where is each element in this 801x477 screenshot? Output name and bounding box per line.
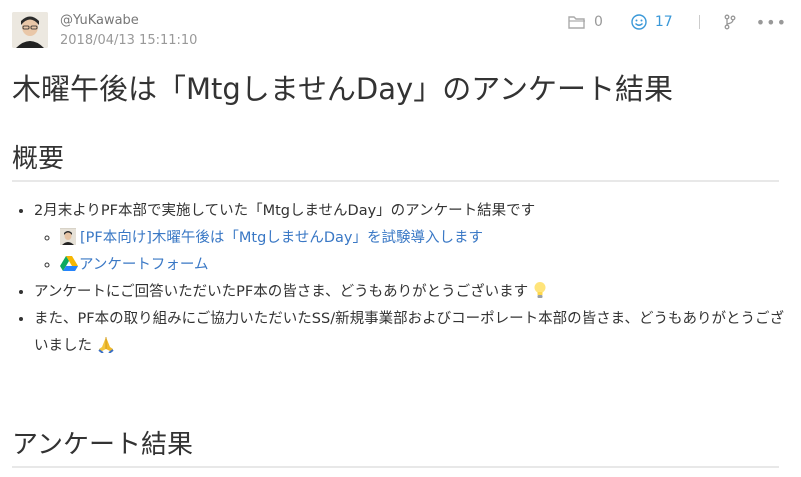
like-button[interactable]: 17 [631,14,673,30]
list-item-text: また、PF本の取り組みにご協力いただいたSS/新規事業部およびコーポレート本部の… [34,311,785,354]
mini-avatar [60,228,76,245]
link-survey-form[interactable]: アンケートフォーム [79,257,208,273]
section-heading-results: アンケート結果 [12,430,193,460]
section-divider [12,180,779,182]
page-title: 木曜午後は「MtgしませんDay」のアンケート結果 [12,72,674,106]
list-item-text: 2月末よりPF本部で実施していた「MtgしませんDay」のアンケート結果です [34,203,536,219]
section-divider [12,466,779,468]
author-username[interactable]: @YuKawabe [60,13,139,28]
lightbulb-emoji [534,282,546,298]
list-item: また、PF本の取り組みにご協力いただいたSS/新規事業部およびコーポレート本部の… [34,306,794,360]
folder-count: 0 [593,14,603,30]
like-count: 17 [654,14,673,30]
divider [698,15,700,29]
list-item: アンケートにご回答いただいたPF本の皆さま、どうもありがとうございます [34,279,794,306]
folder-stat[interactable]: 0 [568,14,603,30]
branch-button[interactable] [724,14,736,30]
google-drive-icon [60,256,78,271]
link-trial-announcement[interactable]: [PF本向け]木曜午後は「MtgしませんDay」を試験導入します [80,230,483,246]
more-icon[interactable]: ••• [756,13,787,32]
list-item: [PF本向け]木曜午後は「MtgしませんDay」を試験導入します [60,225,794,252]
list-item-text: アンケートにご回答いただいたPF本の皆さま、どうもありがとうございます [34,284,529,300]
sub-list: [PF本向け]木曜午後は「MtgしませんDay」を試験導入します アンケートフォ… [34,225,794,279]
list-item: 2月末よりPF本部で実施していた「MtgしませんDay」のアンケート結果です [… [34,198,794,279]
folder-icon [568,16,585,29]
avatar[interactable] [12,12,48,48]
branch-icon [724,14,736,30]
section-heading-overview: 概要 [12,144,65,174]
post-meta: 0 17 ••• [568,12,787,32]
list-item: アンケートフォーム [60,252,794,279]
post-date: 2018/04/13 15:11:10 [60,33,198,48]
smiley-icon [631,14,647,30]
pray-emoji [98,337,114,353]
overview-list: 2月末よりPF本部で実施していた「MtgしませんDay」のアンケート結果です [… [12,198,794,360]
